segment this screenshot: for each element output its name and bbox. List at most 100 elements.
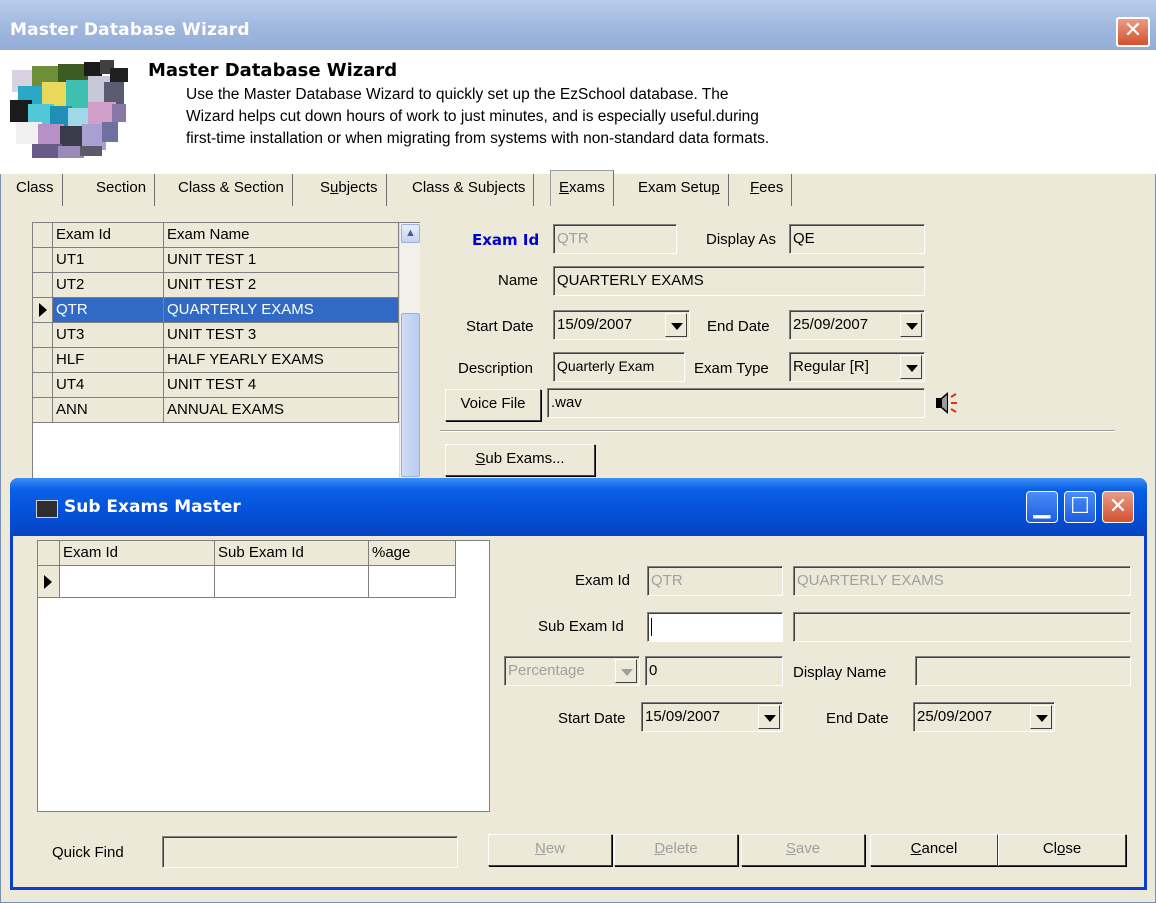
- exam-id-cell[interactable]: HLF: [53, 348, 164, 373]
- row-indicator: [38, 541, 60, 566]
- exam-name-cell[interactable]: UNIT TEST 1: [164, 248, 399, 273]
- cancel-button[interactable]: Cancel: [870, 834, 998, 866]
- exam-id-cell[interactable]: [60, 566, 215, 598]
- close-button[interactable]: ✕: [1102, 491, 1134, 523]
- sub-start-date-value: 15/09/2007: [645, 708, 721, 725]
- tab-subjects[interactable]: Subjects: [312, 174, 387, 206]
- exam-id-cell[interactable]: UT2: [53, 273, 164, 298]
- text-cursor: [651, 618, 652, 637]
- percentage-cell[interactable]: [369, 566, 456, 598]
- sub-start-date-picker[interactable]: 15/09/2007: [641, 702, 783, 732]
- tab-label: Section: [96, 179, 147, 196]
- table-row[interactable]: UT3 UNIT TEST 3: [33, 323, 399, 348]
- tab-section[interactable]: Section: [88, 174, 156, 206]
- chevron-down-icon[interactable]: [900, 313, 922, 337]
- row-indicator[interactable]: [33, 398, 53, 423]
- tab-fees[interactable]: Fees: [742, 174, 793, 206]
- table-row[interactable]: [38, 566, 456, 598]
- tab-class-and-subjects[interactable]: Class & Subjects: [404, 174, 535, 206]
- table-row[interactable]: ANN ANNUAL EXAMS: [33, 398, 399, 423]
- scroll-thumb[interactable]: [401, 313, 420, 477]
- delete-button[interactable]: Delete: [614, 834, 738, 866]
- sub-end-date-picker[interactable]: 25/09/2007: [913, 702, 1055, 732]
- percentage-select-value: Percentage: [508, 662, 585, 679]
- sub-exam-id-input[interactable]: [647, 612, 783, 642]
- exam-grid-scrollbar[interactable]: ▲: [399, 223, 420, 479]
- name-label: Name: [498, 272, 539, 289]
- row-indicator[interactable]: [33, 273, 53, 298]
- row-indicator[interactable]: [38, 566, 60, 598]
- row-indicator[interactable]: [33, 323, 53, 348]
- save-button[interactable]: Save: [741, 834, 865, 866]
- sub-exams-grid[interactable]: Exam Id Sub Exam Id %age: [37, 540, 490, 812]
- display-name-field[interactable]: [915, 656, 1131, 686]
- chevron-down-icon[interactable]: [1030, 705, 1052, 729]
- end-date-value: 25/09/2007: [793, 316, 869, 333]
- exam-name-cell[interactable]: UNIT TEST 2: [164, 273, 399, 298]
- exam-grid[interactable]: Exam Id Exam Name UT1 UNIT TEST 1 UT2 UN…: [32, 222, 420, 480]
- maximize-button[interactable]: ☐: [1064, 491, 1096, 523]
- exam-name-cell[interactable]: UNIT TEST 3: [164, 323, 399, 348]
- percentage-select[interactable]: Percentage: [504, 656, 640, 686]
- voice-file-field[interactable]: .wav: [547, 388, 925, 418]
- new-button[interactable]: New: [488, 834, 612, 866]
- table-row[interactable]: UT4 UNIT TEST 4: [33, 373, 399, 398]
- tab-label: Class & Section: [178, 179, 284, 196]
- chevron-down-icon[interactable]: [900, 355, 922, 379]
- row-indicator[interactable]: [33, 348, 53, 373]
- exam-id-cell[interactable]: UT3: [53, 323, 164, 348]
- column-header[interactable]: Exam Id: [53, 223, 164, 248]
- voice-file-button[interactable]: Voice File: [445, 389, 541, 421]
- separator: [440, 430, 1115, 432]
- window-title: Master Database Wizard: [10, 20, 250, 40]
- tab-exam-setup[interactable]: Exam Setup: [630, 174, 729, 206]
- chevron-down-icon[interactable]: [758, 705, 780, 729]
- chevron-down-icon[interactable]: [665, 313, 687, 337]
- close-dialog-button[interactable]: Close: [998, 834, 1126, 866]
- sub-exams-button[interactable]: Sub Exams...: [445, 444, 595, 476]
- row-indicator[interactable]: [33, 373, 53, 398]
- sub-exam-exam-name-field[interactable]: QUARTERLY EXAMS: [793, 566, 1131, 596]
- display-as-field[interactable]: QE: [789, 224, 925, 254]
- table-row[interactable]: HLF HALF YEARLY EXAMS: [33, 348, 399, 373]
- chevron-down-icon[interactable]: [615, 659, 637, 683]
- minimize-button[interactable]: ▁: [1026, 491, 1058, 523]
- column-header[interactable]: Exam Id: [60, 541, 215, 566]
- tab-exams[interactable]: Exams: [550, 170, 614, 206]
- start-date-picker[interactable]: 15/09/2007: [553, 310, 690, 340]
- exam-id-cell[interactable]: ANN: [53, 398, 164, 423]
- table-row[interactable]: UT1 UNIT TEST 1: [33, 248, 399, 273]
- quick-find-input[interactable]: [162, 836, 458, 868]
- column-header[interactable]: Exam Name: [164, 223, 399, 248]
- end-date-picker[interactable]: 25/09/2007: [789, 310, 925, 340]
- speaker-icon[interactable]: [934, 390, 958, 416]
- exam-id-cell[interactable]: UT4: [53, 373, 164, 398]
- exam-id-field[interactable]: QTR: [553, 224, 677, 254]
- sub-exam-name-field[interactable]: [793, 612, 1131, 642]
- wizard-logo-icon: [10, 60, 128, 158]
- exam-name-cell[interactable]: HALF YEARLY EXAMS: [164, 348, 399, 373]
- row-indicator[interactable]: [33, 248, 53, 273]
- row-indicator[interactable]: [33, 298, 53, 323]
- column-header[interactable]: Sub Exam Id: [215, 541, 369, 566]
- name-field[interactable]: QUARTERLY EXAMS: [553, 266, 925, 296]
- display-name-label: Display Name: [793, 664, 887, 681]
- scroll-up-icon[interactable]: ▲: [401, 224, 420, 243]
- close-icon[interactable]: ✕: [1116, 17, 1150, 47]
- percentage-value-field[interactable]: 0: [645, 656, 783, 686]
- exam-id-cell[interactable]: UT1: [53, 248, 164, 273]
- tab-class[interactable]: Class: [8, 174, 63, 206]
- exam-id-cell[interactable]: QTR: [53, 298, 164, 323]
- exam-name-cell[interactable]: UNIT TEST 4: [164, 373, 399, 398]
- table-row-selected[interactable]: QTR QUARTERLY EXAMS: [33, 298, 399, 323]
- description-field[interactable]: Quarterly Exam: [553, 352, 685, 382]
- table-row[interactable]: UT2 UNIT TEST 2: [33, 273, 399, 298]
- column-header[interactable]: %age: [369, 541, 456, 566]
- exam-type-select[interactable]: Regular [R]: [789, 352, 925, 382]
- sub-exam-exam-id-field[interactable]: QTR: [647, 566, 783, 596]
- tab-class-and-section[interactable]: Class & Section: [170, 174, 293, 206]
- exam-name-cell[interactable]: QUARTERLY EXAMS: [164, 298, 399, 323]
- sub-exam-id-cell[interactable]: [215, 566, 369, 598]
- exam-name-cell[interactable]: ANNUAL EXAMS: [164, 398, 399, 423]
- exam-type-label: Exam Type: [694, 360, 769, 377]
